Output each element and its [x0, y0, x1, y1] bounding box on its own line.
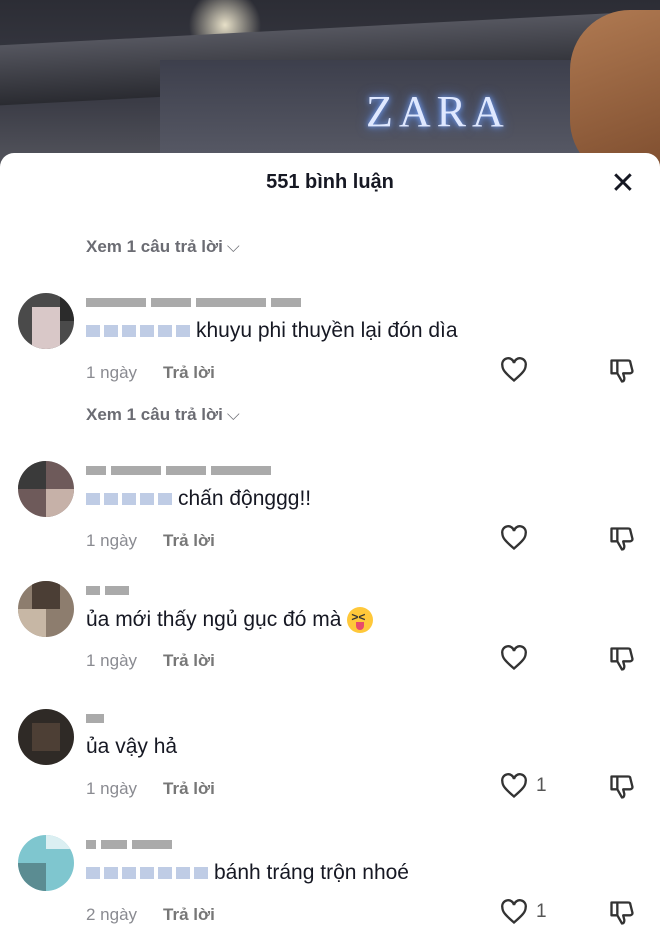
comment-meta: 1 ngày Trả lời — [86, 531, 215, 551]
blurred-mention — [86, 867, 208, 879]
heart-icon — [501, 773, 527, 799]
reply-button[interactable]: Trả lời — [163, 779, 215, 799]
thumbs-down-icon — [610, 901, 634, 925]
like-button[interactable]: 1 — [500, 899, 547, 925]
avatar[interactable] — [18, 461, 74, 517]
thumbs-down-icon — [610, 647, 634, 671]
reply-button[interactable]: Trả lời — [163, 651, 215, 671]
squinting-tongue-emoji — [347, 607, 374, 633]
comment-text: chấn độnggg!! — [86, 487, 311, 511]
avatar[interactable] — [18, 293, 74, 349]
reply-button[interactable]: Trả lời — [163, 363, 215, 383]
chevron-down-icon: ⌵ — [226, 237, 240, 256]
comment-meta: 1 ngày Trả lời — [86, 779, 215, 799]
like-button[interactable] — [500, 357, 536, 383]
comments-sheet: 551 bình luận ✕ Xem 1 câu trả lời ⌵ khuyu… — [0, 153, 660, 949]
comment-time: 1 ngày — [86, 651, 138, 670]
heart-icon — [501, 525, 527, 551]
username-blurred — [86, 835, 172, 853]
comment-time: 1 ngày — [86, 531, 138, 550]
like-button[interactable] — [500, 525, 536, 551]
comment-text: bánh tráng trộn nhoé — [86, 861, 409, 885]
thumbs-down-icon — [610, 775, 634, 799]
comment-text: khuyu phi thuyền lại đón dìa — [86, 319, 458, 343]
avatar[interactable] — [18, 709, 74, 765]
view-replies-label: Xem 1 câu trả lời — [86, 405, 223, 424]
video-background: ZARA — [0, 0, 660, 170]
thumbs-down-icon — [610, 359, 634, 383]
comment-body: chấn độnggg!! — [178, 487, 312, 510]
reply-button[interactable]: Trả lời — [163, 531, 215, 551]
like-button[interactable]: 1 — [500, 773, 547, 799]
username-blurred — [86, 581, 129, 599]
comment-body: ủa mới thấy ngủ gục đó mà — [86, 608, 342, 631]
heart-icon — [501, 357, 527, 383]
avatar[interactable] — [18, 835, 74, 891]
person-hair — [570, 10, 660, 170]
comment-body: khuyu phi thuyền lại đón dìa — [196, 319, 458, 342]
close-icon[interactable]: ✕ — [608, 169, 638, 199]
comments-count-title: 551 bình luận — [266, 171, 394, 193]
comment-time: 1 ngày — [86, 779, 138, 798]
view-replies-button[interactable]: Xem 1 câu trả lời ⌵ — [86, 405, 240, 425]
dislike-button[interactable] — [608, 525, 636, 558]
like-count: 1 — [536, 901, 547, 922]
blurred-mention — [86, 493, 172, 505]
comment-text: ủa mới thấy ngủ gục đó mà — [86, 607, 374, 633]
comment-meta: 2 ngày Trả lời — [86, 905, 215, 925]
comment-body: bánh tráng trộn nhoé — [214, 861, 409, 884]
comment-time: 2 ngày — [86, 905, 138, 924]
comment-meta: 1 ngày Trả lời — [86, 363, 215, 383]
username-blurred — [86, 709, 104, 727]
heart-icon — [501, 899, 527, 925]
view-replies-label: Xem 1 câu trả lời — [86, 237, 223, 256]
comment-body: ủa vậy hả — [86, 735, 178, 758]
comment-meta: 1 ngày Trả lời — [86, 651, 215, 671]
blurred-mention — [86, 325, 190, 337]
dislike-button[interactable] — [608, 357, 636, 390]
like-count: 1 — [536, 775, 547, 796]
reply-button[interactable]: Trả lời — [163, 905, 215, 925]
username-blurred — [86, 461, 271, 479]
store-sign: ZARA — [366, 87, 510, 136]
view-replies-button[interactable]: Xem 1 câu trả lời ⌵ — [86, 237, 240, 257]
dislike-button[interactable] — [608, 899, 636, 932]
dislike-button[interactable] — [608, 645, 636, 678]
thumbs-down-icon — [610, 527, 634, 551]
comment-time: 1 ngày — [86, 363, 138, 382]
comment-text: ủa vậy hả — [86, 735, 177, 759]
like-button[interactable] — [500, 645, 536, 671]
avatar[interactable] — [18, 581, 74, 637]
dislike-button[interactable] — [608, 773, 636, 806]
heart-icon — [501, 645, 527, 671]
chevron-down-icon: ⌵ — [226, 405, 240, 424]
username-blurred — [86, 293, 301, 311]
